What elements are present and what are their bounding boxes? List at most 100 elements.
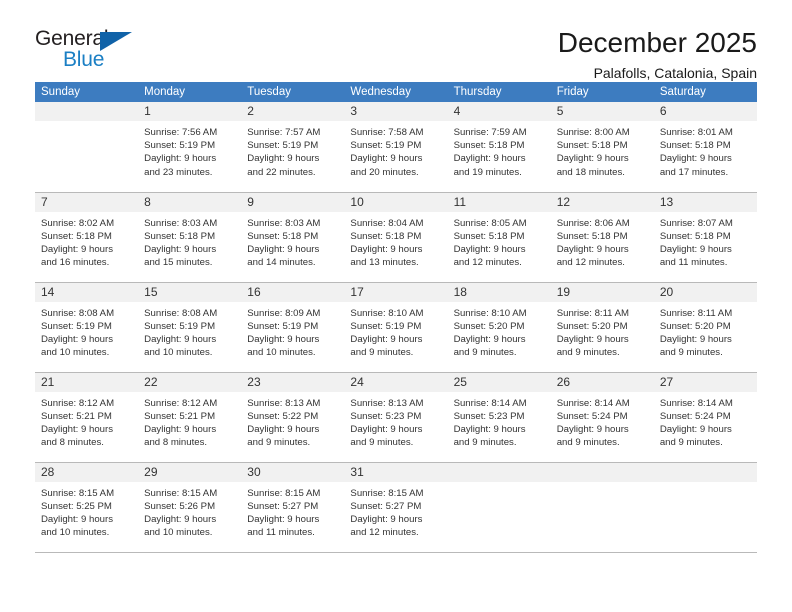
daylight-text: Daylight: 9 hours [350,423,423,435]
day-details [551,482,654,487]
day-number: 24 [344,372,448,392]
daylight-text: Daylight: 9 hours [350,153,423,165]
day-details: Sunrise: 8:00 AM Sunset: 5:18 PM Dayligh… [551,121,654,179]
day-details: Sunrise: 8:15 AM Sunset: 5:26 PM Dayligh… [138,482,241,540]
sunrise-text: Sunrise: 8:07 AM [659,217,733,229]
day-details: Sunrise: 8:14 AM Sunset: 5:24 PM Dayligh… [654,392,757,450]
day-cell[interactable]: 1 Sunrise: 7:56 AM Sunset: 5:19 PM Dayli… [138,102,242,193]
day-cell[interactable]: 18 Sunrise: 8:10 AM Sunset: 5:20 PM Dayl… [447,282,551,373]
day-cell[interactable] [35,102,139,193]
daylight-text: Daylight: 9 hours [350,513,423,525]
sunrise-text: Sunrise: 8:04 AM [350,217,424,229]
day-details: Sunrise: 7:59 AM Sunset: 5:18 PM Dayligh… [448,121,551,179]
day-cell[interactable]: 7 Sunrise: 8:02 AM Sunset: 5:18 PM Dayli… [35,192,139,283]
day-cell[interactable]: 11 Sunrise: 8:05 AM Sunset: 5:18 PM Dayl… [447,192,551,283]
day-cell[interactable]: 20 Sunrise: 8:11 AM Sunset: 5:20 PM Dayl… [653,282,757,373]
day-details: Sunrise: 8:15 AM Sunset: 5:27 PM Dayligh… [344,482,447,540]
day-cell[interactable]: 17 Sunrise: 8:10 AM Sunset: 5:19 PM Dayl… [344,282,448,373]
daylight-text: Daylight: 9 hours [41,243,113,255]
day-details [654,482,757,487]
daylight-text-cont: and 12 minutes. [350,527,419,539]
day-number: 26 [550,372,654,392]
sunset-text: Sunset: 5:27 PM [350,500,422,512]
day-number: 14 [35,282,139,302]
sunrise-text: Sunrise: 8:10 AM [350,307,424,319]
sunset-text: Sunset: 5:19 PM [247,140,319,152]
daylight-text: Daylight: 9 hours [453,423,526,435]
sunset-text: Sunset: 5:19 PM [350,320,422,332]
daylight-text-cont: and 9 minutes. [247,437,311,449]
page-subtitle: Palafolls, Catalonia, Spain [593,64,757,81]
day-cell[interactable]: 29 Sunrise: 8:15 AM Sunset: 5:26 PM Dayl… [138,462,242,553]
day-cell[interactable]: 5 Sunrise: 8:00 AM Sunset: 5:18 PM Dayli… [550,102,654,193]
daylight-text-cont: and 9 minutes. [556,437,620,449]
day-cell[interactable]: 31 Sunrise: 8:15 AM Sunset: 5:27 PM Dayl… [344,462,448,553]
sunrise-text: Sunrise: 7:59 AM [453,127,527,138]
day-details [448,482,551,487]
day-cell[interactable]: 21 Sunrise: 8:12 AM Sunset: 5:21 PM Dayl… [35,372,139,463]
sunset-text: Sunset: 5:27 PM [247,500,319,512]
daylight-text-cont: and 23 minutes. [144,166,213,178]
day-cell[interactable]: 8 Sunrise: 8:03 AM Sunset: 5:18 PM Dayli… [138,192,242,283]
daylight-text-cont: and 19 minutes. [453,166,522,178]
day-number: 20 [653,282,757,302]
sunset-text: Sunset: 5:23 PM [453,410,525,422]
daylight-text: Daylight: 9 hours [247,153,320,165]
day-cell[interactable]: 30 Sunrise: 8:15 AM Sunset: 5:27 PM Dayl… [241,462,345,553]
day-number: 2 [241,102,345,121]
day-number: 19 [550,282,654,302]
sunrise-text: Sunrise: 8:14 AM [659,397,733,409]
day-number: 18 [447,282,551,302]
daylight-text: Daylight: 9 hours [453,333,526,345]
daylight-text: Daylight: 9 hours [556,243,629,255]
day-cell[interactable]: 12 Sunrise: 8:06 AM Sunset: 5:18 PM Dayl… [550,192,654,283]
day-cell[interactable]: 19 Sunrise: 8:11 AM Sunset: 5:20 PM Dayl… [550,282,654,373]
calendar-week-row: 1 Sunrise: 7:56 AM Sunset: 5:19 PM Dayli… [35,102,757,193]
day-cell[interactable]: 26 Sunrise: 8:14 AM Sunset: 5:24 PM Dayl… [550,372,654,463]
day-cell[interactable]: 23 Sunrise: 8:13 AM Sunset: 5:22 PM Dayl… [241,372,345,463]
day-number: 21 [35,372,139,392]
day-cell[interactable]: 15 Sunrise: 8:08 AM Sunset: 5:19 PM Dayl… [138,282,242,373]
day-cell[interactable]: 4 Sunrise: 7:59 AM Sunset: 5:18 PM Dayli… [447,102,551,193]
day-cell[interactable]: 3 Sunrise: 7:58 AM Sunset: 5:19 PM Dayli… [344,102,448,193]
day-number: 3 [344,102,448,121]
day-details: Sunrise: 8:03 AM Sunset: 5:18 PM Dayligh… [241,212,344,270]
day-details: Sunrise: 8:10 AM Sunset: 5:19 PM Dayligh… [344,302,447,360]
day-cell[interactable]: 2 Sunrise: 7:57 AM Sunset: 5:19 PM Dayli… [241,102,345,193]
day-details: Sunrise: 8:08 AM Sunset: 5:19 PM Dayligh… [138,302,241,360]
day-cell[interactable]: 9 Sunrise: 8:03 AM Sunset: 5:18 PM Dayli… [241,192,345,283]
day-details: Sunrise: 7:56 AM Sunset: 5:19 PM Dayligh… [138,121,241,179]
general-blue-logo[interactable]: General Blue [35,28,155,82]
daylight-text-cont: and 10 minutes. [247,347,316,359]
weekday-header-friday: Friday [550,82,654,102]
day-cell[interactable]: 22 Sunrise: 8:12 AM Sunset: 5:21 PM Dayl… [138,372,242,463]
daylight-text: Daylight: 9 hours [350,333,423,345]
day-cell[interactable]: 25 Sunrise: 8:14 AM Sunset: 5:23 PM Dayl… [447,372,551,463]
sunrise-text: Sunrise: 7:56 AM [144,127,218,138]
sunset-text: Sunset: 5:24 PM [659,410,731,422]
daylight-text-cont: and 10 minutes. [144,527,213,539]
sunrise-text: Sunrise: 8:15 AM [41,487,115,499]
day-cell[interactable]: 16 Sunrise: 8:09 AM Sunset: 5:19 PM Dayl… [241,282,345,373]
daylight-text-cont: and 22 minutes. [247,166,316,178]
day-number: 16 [241,282,345,302]
day-number: 10 [344,192,448,212]
day-cell[interactable]: 10 Sunrise: 8:04 AM Sunset: 5:18 PM Dayl… [344,192,448,283]
sunrise-text: Sunrise: 8:03 AM [247,217,321,229]
daylight-text-cont: and 9 minutes. [453,347,517,359]
day-cell[interactable]: 24 Sunrise: 8:13 AM Sunset: 5:23 PM Dayl… [344,372,448,463]
day-cell[interactable]: 14 Sunrise: 8:08 AM Sunset: 5:19 PM Dayl… [35,282,139,373]
day-cell[interactable]: 28 Sunrise: 8:15 AM Sunset: 5:25 PM Dayl… [35,462,139,553]
sunrise-text: Sunrise: 8:01 AM [659,127,733,138]
day-cell[interactable]: 6 Sunrise: 8:01 AM Sunset: 5:18 PM Dayli… [653,102,757,193]
calendar-week-row: 14 Sunrise: 8:08 AM Sunset: 5:19 PM Dayl… [35,282,757,373]
calendar-table: Sunday Monday Tuesday Wednesday Thursday… [35,82,757,553]
sunrise-text: Sunrise: 8:03 AM [144,217,218,229]
logo-text-blue: Blue [63,48,105,71]
sunset-text: Sunset: 5:20 PM [659,320,731,332]
day-cell[interactable]: 27 Sunrise: 8:14 AM Sunset: 5:24 PM Dayl… [653,372,757,463]
day-cell[interactable]: 13 Sunrise: 8:07 AM Sunset: 5:18 PM Dayl… [653,192,757,283]
calendar-week-row: 7 Sunrise: 8:02 AM Sunset: 5:18 PM Dayli… [35,192,757,283]
day-details: Sunrise: 8:09 AM Sunset: 5:19 PM Dayligh… [241,302,344,360]
daylight-text-cont: and 11 minutes. [659,257,728,269]
